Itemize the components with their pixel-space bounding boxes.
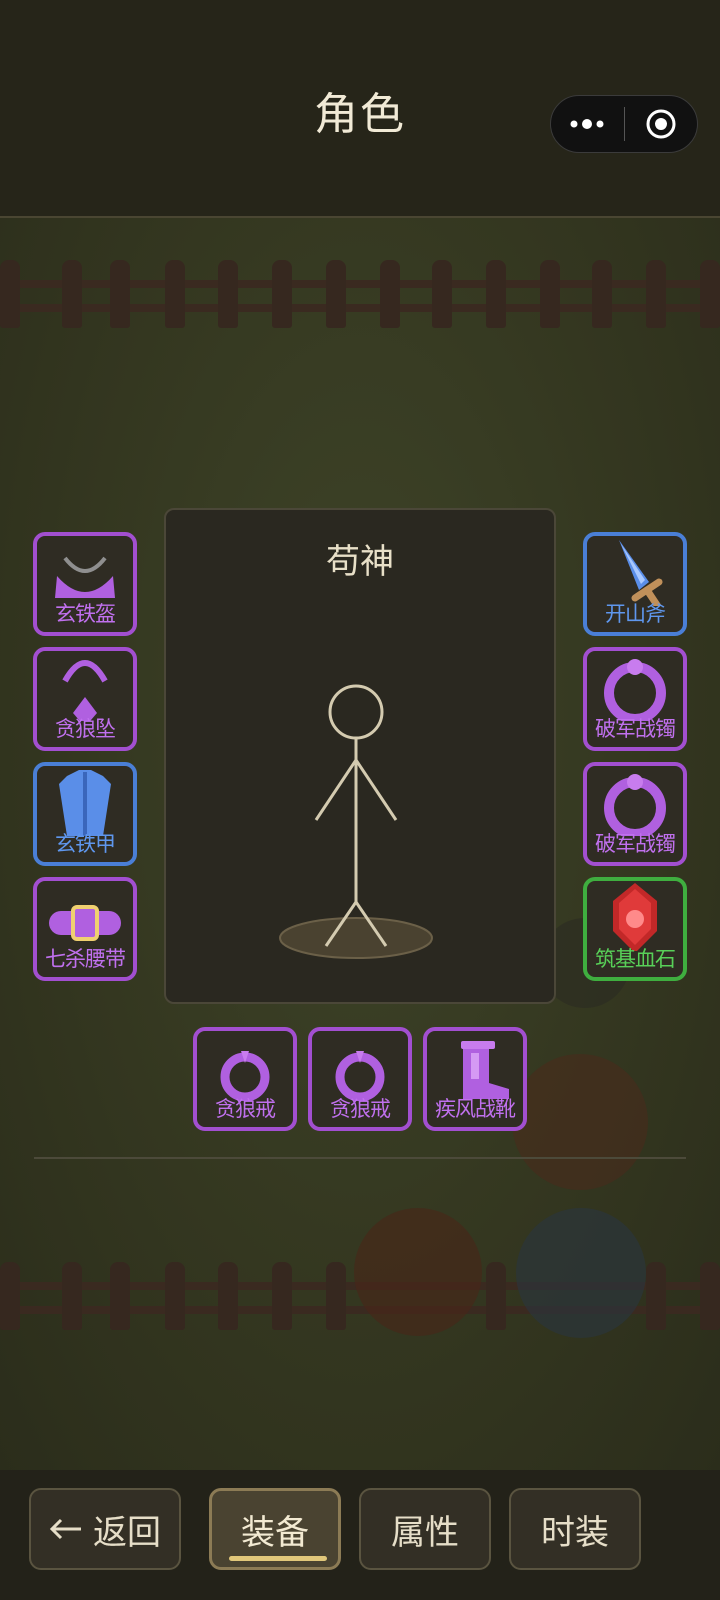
belt-icon [49, 905, 121, 941]
bg-attack-button-shadow [512, 1054, 648, 1190]
slot-label: 玄铁盔 [55, 602, 116, 626]
back-arrow-icon [49, 1509, 83, 1549]
slot-helmet[interactable]: 玄铁盔 [33, 532, 137, 636]
slot-weapon[interactable]: 开山斧 [583, 532, 687, 636]
back-label: 返回 [93, 1512, 161, 1553]
more-dots-icon[interactable] [551, 96, 624, 152]
character-name: 苟神 [326, 542, 394, 582]
section-divider [34, 1157, 686, 1159]
tab-label: 时装 [541, 1512, 609, 1553]
bracelet-icon [604, 659, 666, 721]
tab-label: 属性 [391, 1512, 459, 1553]
slot-label: 玄铁甲 [55, 832, 116, 856]
boot-icon [461, 1041, 509, 1099]
character-figure [279, 684, 433, 959]
slot-pendant[interactable]: 贪狼坠 [33, 647, 137, 751]
target-circle-icon[interactable] [625, 96, 698, 152]
slot-label: 破军战镯 [595, 717, 676, 741]
slot-belt[interactable]: 七杀腰带 [33, 877, 137, 981]
character-panel: 苟神 [164, 508, 556, 1004]
tab-fashion[interactable]: 时装 [509, 1488, 641, 1570]
slot-bracelet-2[interactable]: 破军战镯 [583, 762, 687, 866]
slot-label: 疾风战靴 [435, 1097, 516, 1121]
bg-skill-button-shadow [354, 1208, 482, 1336]
tab-equipment[interactable]: 装备 [209, 1488, 341, 1570]
slot-gem[interactable]: 筑基血石 [583, 877, 687, 981]
slot-label: 贪狼戒 [330, 1097, 391, 1121]
bracelet-icon [604, 774, 666, 836]
slot-ring-2[interactable]: 贪狼戒 [308, 1027, 412, 1131]
slot-label: 筑基血石 [595, 947, 676, 971]
sword-icon [619, 540, 663, 606]
slot-ring-1[interactable]: 贪狼戒 [193, 1027, 297, 1131]
slot-label: 贪狼戒 [215, 1097, 276, 1121]
bottom-nav: 返回 装备 属性 时装 [0, 1470, 720, 1600]
active-tab-indicator [229, 1556, 327, 1561]
slot-armor[interactable]: 玄铁甲 [33, 762, 137, 866]
ring-icon [220, 1051, 270, 1101]
slot-label: 七杀腰带 [45, 947, 126, 971]
tab-label: 装备 [241, 1512, 309, 1553]
slot-label: 开山斧 [605, 602, 666, 626]
top-bar: 角色 [0, 0, 720, 218]
slot-boots[interactable]: 疾风战靴 [423, 1027, 527, 1131]
slot-bracelet-1[interactable]: 破军战镯 [583, 647, 687, 751]
slot-label: 破军战镯 [595, 832, 676, 856]
ring-icon [335, 1051, 385, 1101]
fence-top [0, 260, 720, 330]
tab-attributes[interactable]: 属性 [359, 1488, 491, 1570]
slot-label: 贪狼坠 [55, 717, 116, 741]
armor-icon [59, 770, 111, 836]
blood-gem-icon [613, 883, 657, 951]
mini-program-capsule [550, 95, 698, 153]
helmet-icon [55, 556, 115, 598]
pendant-icon [62, 660, 108, 721]
bg-cloud-button-shadow [516, 1208, 646, 1338]
back-button[interactable]: 返回 [29, 1488, 181, 1570]
